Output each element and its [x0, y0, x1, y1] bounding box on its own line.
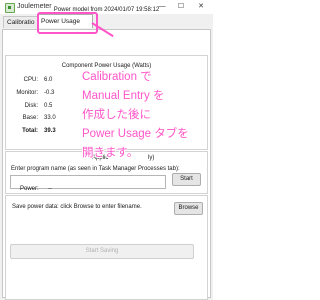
power-model-label: Power model from 2024/01/07 19:58:12 — [53, 7, 160, 13]
power-label: Power: — [20, 186, 39, 192]
total-row: Total: 39.3 — [6, 128, 76, 137]
browse-button[interactable]: Browse — [174, 202, 203, 215]
program-name-prompt: Enter program name (as seen in Task Mana… — [11, 166, 180, 172]
annotation-note: Calibration で Manual Entry を 作成した後に Powe… — [82, 68, 210, 163]
annotation-line-3: 作成した後に — [82, 109, 151, 121]
cpu-value: 6.0 — [44, 77, 53, 83]
annotation-line-4: Power Usage タブを — [82, 128, 189, 140]
tab-strip: Calibratio Power Usage — [0, 14, 213, 29]
monitor-value: -0.3 — [44, 90, 55, 96]
disk-row: Disk: 0.5 — [6, 103, 76, 112]
save-power-group: Save power data: click Browse to enter f… — [5, 195, 208, 300]
power-value: -- — [48, 186, 52, 192]
disk-value: 0.5 — [44, 103, 53, 109]
total-label: Total: — [22, 128, 38, 134]
annotation-line-2: Manual Entry を — [82, 90, 165, 102]
base-value: 33.0 — [44, 115, 56, 121]
monitor-label: Monitor: — [16, 90, 38, 96]
cpu-row: CPU: 6.0 — [6, 77, 76, 86]
annotation-line-1: Calibration で — [82, 71, 152, 83]
tab-power-usage[interactable]: Power Usage — [37, 14, 93, 28]
cpu-label: CPU: — [23, 77, 38, 83]
tab-calibration[interactable]: Calibratio — [3, 16, 41, 28]
base-label: Base: — [22, 115, 38, 121]
annotation-line-5: 開きます。 — [82, 147, 139, 159]
start-button[interactable]: Start — [172, 173, 201, 186]
disk-label: Disk: — [24, 103, 38, 109]
base-row: Base: 33.0 — [6, 115, 76, 124]
start-saving-button: Start Saving — [10, 244, 194, 259]
monitor-row: Monitor: -0.3 — [6, 90, 76, 99]
save-power-prompt: Save power data: click Browse to enter f… — [12, 204, 142, 210]
total-value: 39.3 — [44, 128, 56, 134]
